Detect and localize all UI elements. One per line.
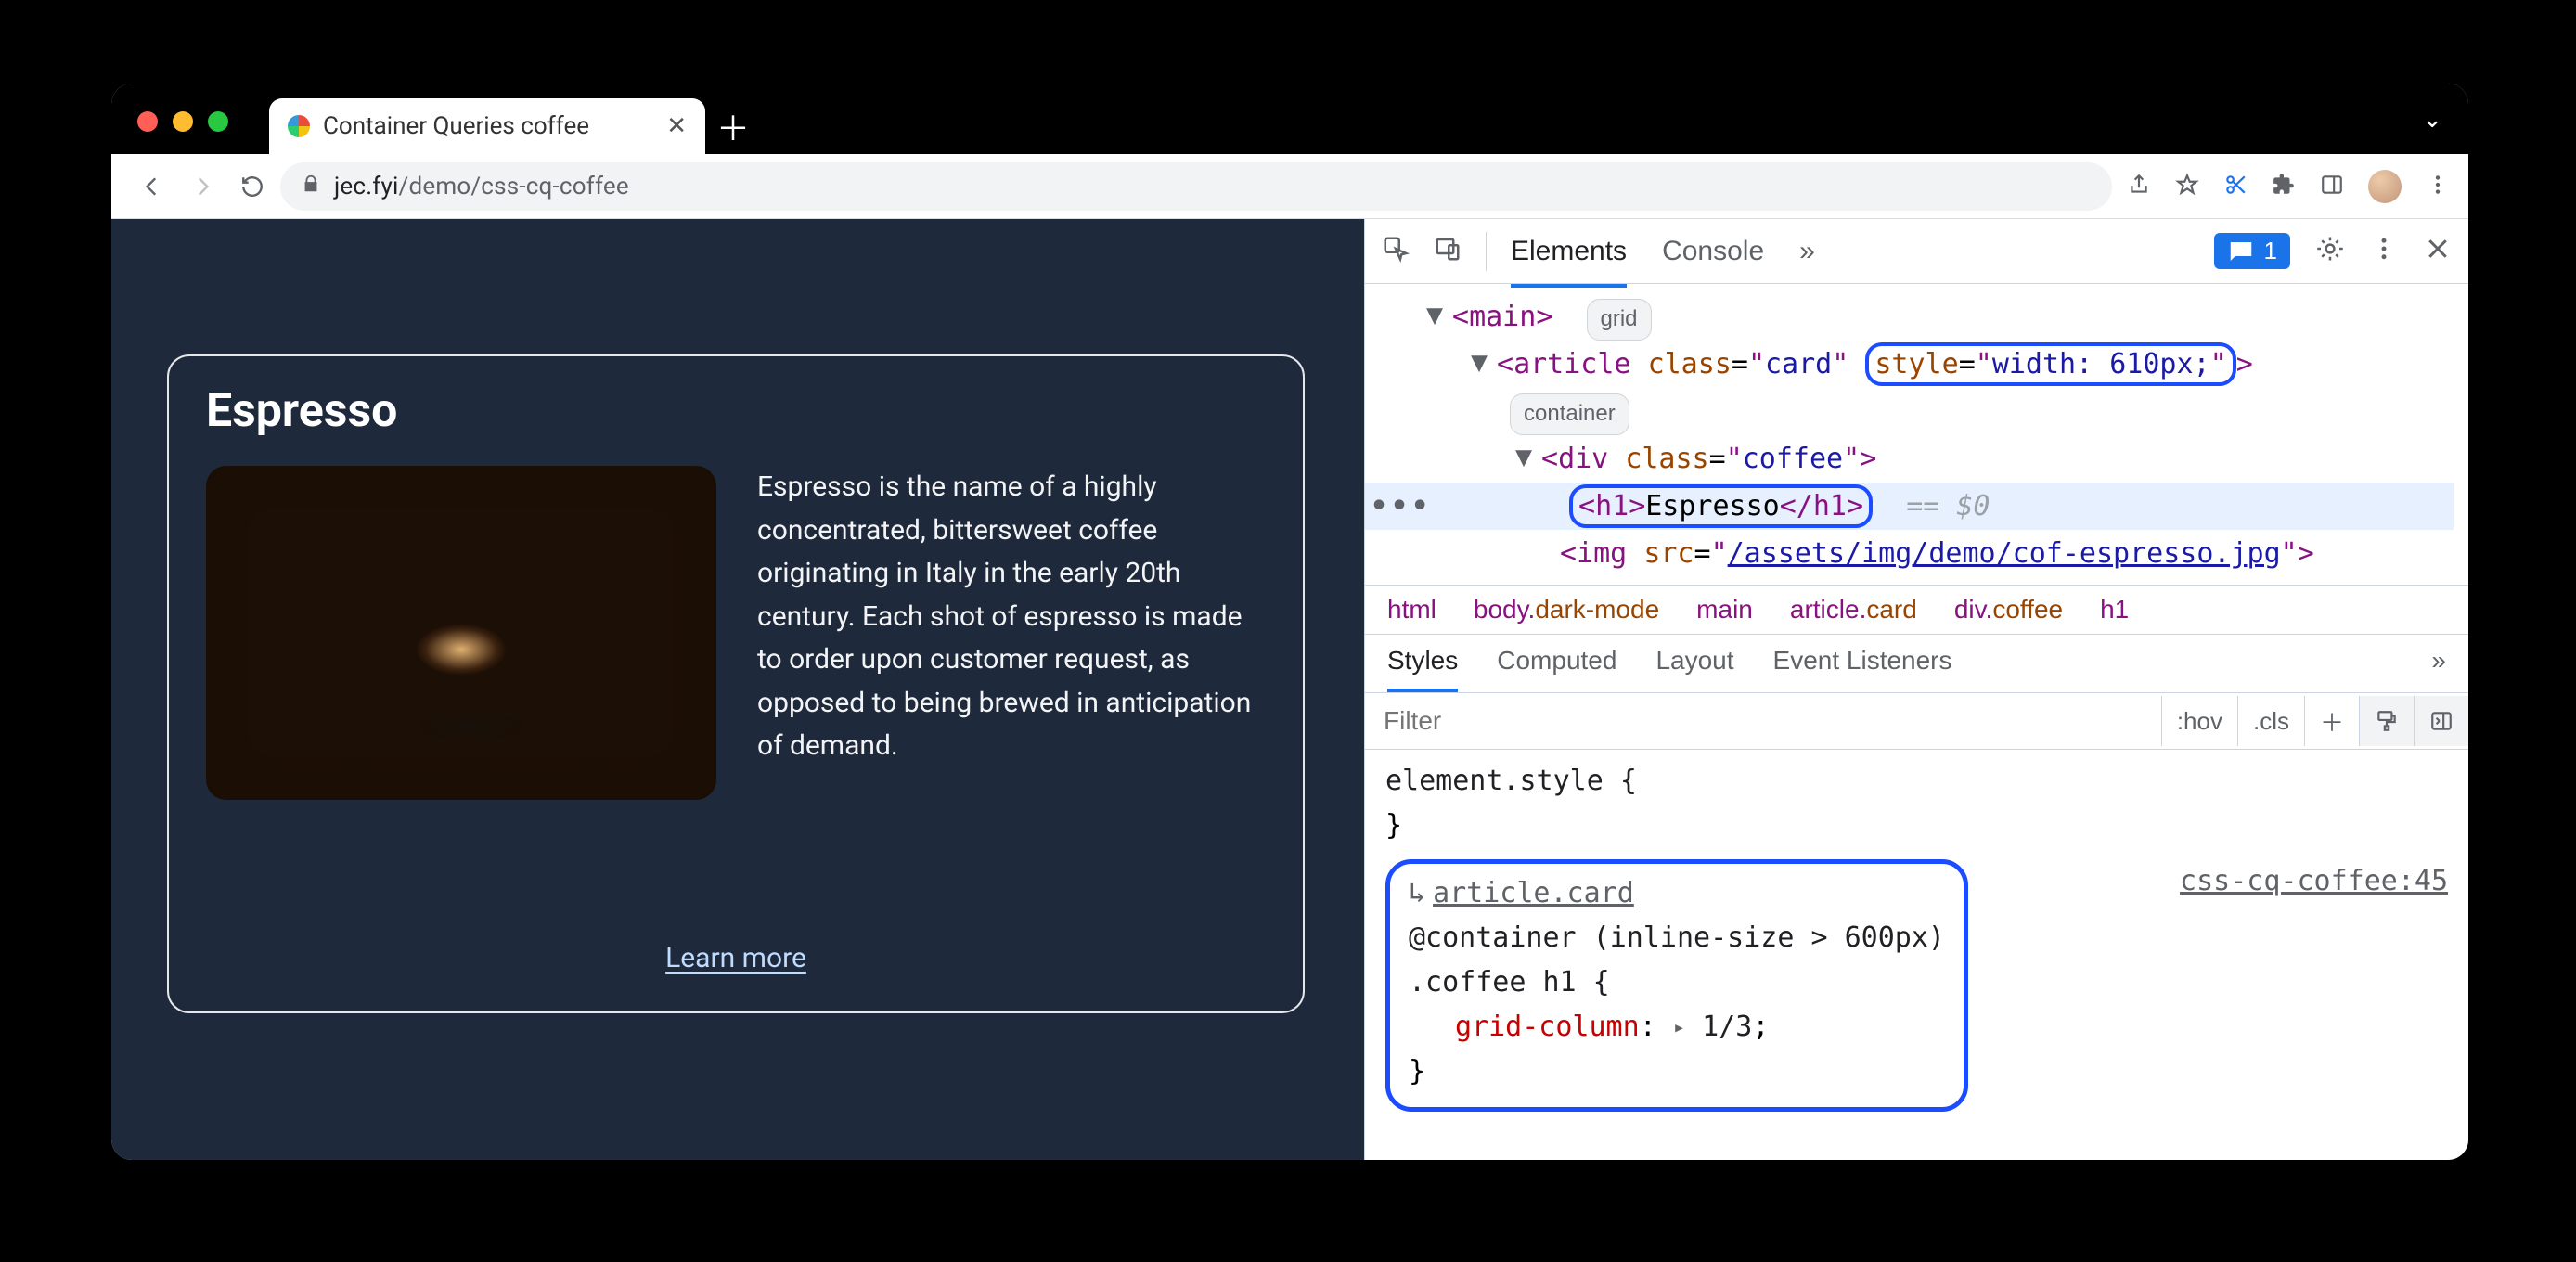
- page-content: Espresso Espresso is the name of a highl…: [111, 219, 1364, 1160]
- container-badge[interactable]: container: [1510, 393, 1629, 435]
- crumb-html[interactable]: html: [1387, 595, 1436, 625]
- tab-strip: Container Queries coffee ✕ ＋ ⌄: [111, 84, 2468, 154]
- dom-breadcrumb[interactable]: html body.dark-mode main article.card di…: [1365, 585, 2468, 635]
- cls-toggle[interactable]: .cls: [2237, 696, 2304, 746]
- crumb-body[interactable]: body.dark-mode: [1474, 595, 1659, 625]
- inspect-icon[interactable]: [1382, 235, 1410, 267]
- devtools-toolbar: Elements Console » 1: [1365, 219, 2468, 284]
- subtab-styles[interactable]: Styles: [1387, 646, 1458, 692]
- address-bar[interactable]: jec.fyi/demo/css-cq-coffee: [280, 162, 2112, 211]
- reload-button[interactable]: [230, 164, 275, 209]
- styles-filter-bar: :hov .cls ＋: [1365, 693, 2468, 750]
- style-attr-highlight: style="width: 610px;": [1865, 342, 2235, 386]
- scissors-icon[interactable]: [2223, 173, 2248, 200]
- selected-dom-node[interactable]: ••• <h1>Espresso</h1> == $0: [1365, 483, 2454, 530]
- device-toggle-icon[interactable]: [1434, 235, 1462, 267]
- coffee-card: Espresso Espresso is the name of a highl…: [167, 354, 1305, 1013]
- crumb-main[interactable]: main: [1696, 595, 1753, 625]
- devtools-panel: Elements Console » 1: [1364, 219, 2468, 1160]
- toolbar: jec.fyi/demo/css-cq-coffee: [111, 154, 2468, 219]
- lock-icon: [301, 173, 321, 200]
- crumb-div[interactable]: div.coffee: [1954, 595, 2063, 625]
- bookmark-icon[interactable]: [2175, 173, 2199, 200]
- forward-button[interactable]: [180, 164, 225, 209]
- hov-toggle[interactable]: :hov: [2161, 696, 2237, 746]
- subtab-layout[interactable]: Layout: [1655, 646, 1733, 692]
- browser-window: Container Queries coffee ✕ ＋ ⌄ jec.fyi/d…: [111, 84, 2468, 1160]
- menu-icon[interactable]: [2426, 173, 2450, 200]
- tab-title: Container Queries coffee: [323, 112, 653, 140]
- learn-more-link[interactable]: Learn more: [206, 942, 1266, 974]
- subtab-computed[interactable]: Computed: [1497, 646, 1616, 692]
- tab-elements[interactable]: Elements: [1511, 236, 1627, 288]
- crumb-article[interactable]: article.card: [1790, 595, 1917, 625]
- subtabs-overflow-icon[interactable]: »: [2431, 646, 2446, 692]
- crumb-h1[interactable]: h1: [2100, 595, 2129, 625]
- tab-favicon: [288, 115, 310, 137]
- new-rule-button[interactable]: ＋: [2304, 696, 2359, 746]
- h1-node-highlight: <h1>Espresso</h1>: [1569, 484, 1873, 528]
- url-text: jec.fyi/demo/css-cq-coffee: [334, 173, 629, 200]
- coffee-image: [206, 466, 716, 800]
- dom-tree[interactable]: ▼<main> grid ▼<article class="card" styl…: [1365, 284, 2468, 585]
- selected-indicator: == $0: [1906, 490, 1990, 522]
- card-description: Espresso is the name of a highly concent…: [757, 466, 1266, 918]
- element-style-block[interactable]: element.style { }: [1385, 759, 2448, 848]
- grid-badge[interactable]: grid: [1587, 299, 1652, 341]
- new-tab-button[interactable]: ＋: [705, 98, 761, 154]
- subtab-events[interactable]: Event Listeners: [1773, 646, 1952, 692]
- styles-filter-input[interactable]: [1365, 693, 2161, 749]
- close-devtools-icon[interactable]: [2424, 235, 2452, 267]
- minimize-window-button[interactable]: [173, 111, 193, 132]
- rule-source-link[interactable]: css-cq-coffee:45: [2180, 859, 2448, 904]
- card-title: Espresso: [206, 384, 1266, 438]
- browser-tab[interactable]: Container Queries coffee ✕: [269, 98, 705, 154]
- close-window-button[interactable]: [137, 111, 158, 132]
- styles-rules[interactable]: element.style { } css-cq-coffee:45 ↳arti…: [1365, 750, 2468, 1132]
- rule-highlight: ↳article.card @container (inline-size > …: [1385, 859, 1968, 1112]
- side-panel-icon[interactable]: [2320, 173, 2344, 200]
- maximize-window-button[interactable]: [208, 111, 228, 132]
- issues-button[interactable]: 1: [2214, 233, 2290, 269]
- window-controls: [137, 111, 228, 132]
- extensions-icon[interactable]: [2272, 173, 2296, 200]
- issues-count: 1: [2264, 237, 2277, 265]
- toolbar-actions: [2118, 170, 2450, 203]
- share-icon[interactable]: [2127, 173, 2151, 200]
- devtools-menu-icon[interactable]: [2370, 235, 2398, 267]
- container-rule-block[interactable]: css-cq-coffee:45 ↳article.card @containe…: [1385, 859, 2448, 1112]
- computed-toggle-icon[interactable]: [2414, 696, 2468, 746]
- profile-avatar[interactable]: [2368, 170, 2402, 203]
- tabs-overflow-icon[interactable]: »: [1799, 236, 1815, 267]
- container-link[interactable]: article.card: [1433, 877, 1634, 909]
- tab-overflow-button[interactable]: ⌄: [2422, 106, 2442, 134]
- row-actions-icon[interactable]: •••: [1371, 483, 1432, 530]
- back-button[interactable]: [130, 164, 174, 209]
- settings-icon[interactable]: [2316, 235, 2344, 267]
- paint-icon[interactable]: [2359, 696, 2414, 746]
- tab-console[interactable]: Console: [1662, 236, 1764, 267]
- close-tab-button[interactable]: ✕: [666, 114, 687, 138]
- styles-tabs: Styles Computed Layout Event Listeners »: [1365, 635, 2468, 693]
